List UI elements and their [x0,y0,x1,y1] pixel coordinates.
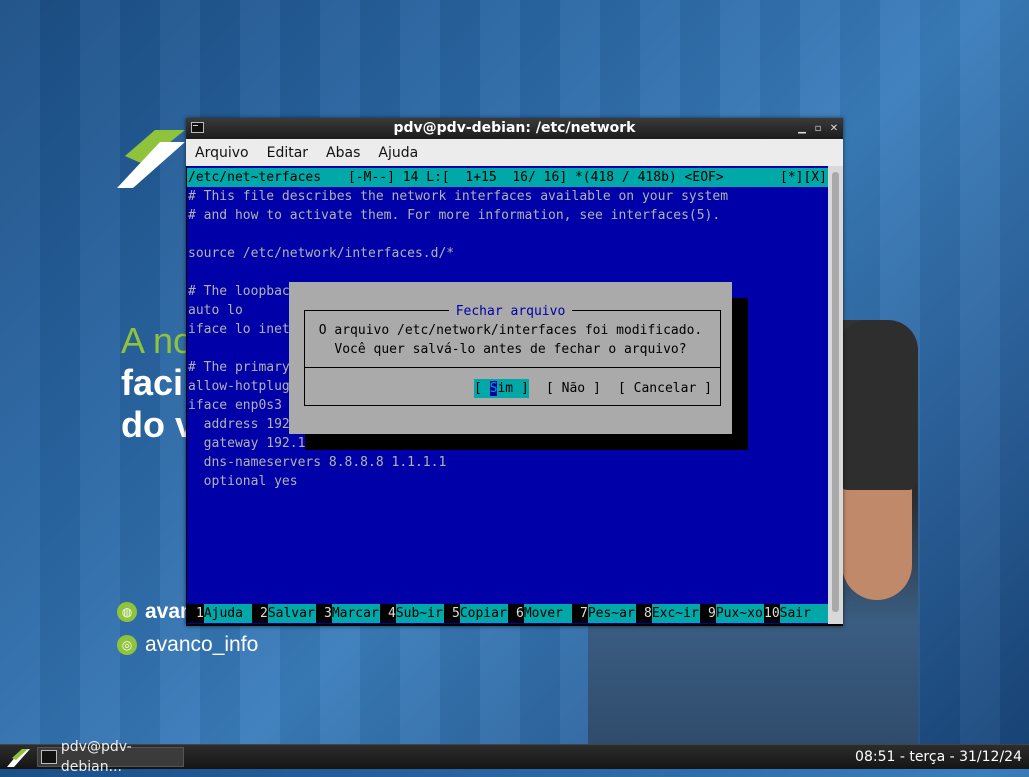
bg-headline-line3: do v [121,404,196,445]
editor-status-bar: /etc/net~terfaces [-M--] 14 L:[ 1+15 16/… [187,168,828,187]
dialog-message-line2: Você quer salvá-lo antes de fechar o arq… [334,342,687,357]
clock[interactable]: 08:51 - terça - 31/12/24 [855,745,1022,769]
fkey-delete[interactable]: 8Exc~ir [644,604,700,623]
editor-line: # The primary [188,360,290,375]
dialog-separator [305,367,720,368]
editor-line: iface enp0s3 [188,398,282,413]
bg-social-site: ◍ avan [117,600,193,624]
fkey-replace[interactable]: 4Sub~ir [388,604,444,623]
background-person-sleeve [838,320,918,490]
terminal-area[interactable]: /etc/net~terfaces [-M--] 14 L:[ 1+15 16/… [187,166,828,624]
editor-line: dns-nameservers 8.8.8.8 1.1.1.1 [188,455,447,470]
menu-editar[interactable]: Editar [258,145,317,161]
menu-abas[interactable]: Abas [317,145,369,161]
status-flags: [*][X] [780,170,827,185]
maximize-icon[interactable]: ▫ [813,118,823,139]
taskbar: pdv@pdv-debian... 08:51 - terça - 31/12/… [0,739,1029,775]
terminal-window: pdv@pdv-debian: /etc/network ▁ ▫ ✕ Arqui… [186,118,843,626]
editor-line: source /etc/network/interfaces.d/* [188,246,455,261]
instagram-icon: ◎ [117,635,137,655]
bg-social-instagram: ◎ avanco_info [117,633,258,657]
editor-line: # This file describes the network interf… [188,189,729,204]
function-key-bar: 1Ajuda 2Salvar 3Marcar 4Sub~ir 5Copiar 6… [187,604,828,623]
close-file-dialog: Fechar arquivo O arquivo /etc/network/in… [289,282,732,434]
globe-icon: ◍ [117,602,137,622]
no-button[interactable]: [ Não ] [546,379,601,398]
editor-line: optional yes [188,474,298,489]
close-icon[interactable]: ✕ [829,118,839,139]
menu-ajuda[interactable]: Ajuda [369,145,427,161]
bg-social-instagram-label: avanco_info [145,633,259,656]
yes-button[interactable]: [ Sim ] [474,379,529,398]
fkey-save[interactable]: 2Salvar [260,604,316,623]
editor-line: # and how to activate them. For more inf… [188,208,721,223]
terminal-scrollbar[interactable] [828,166,843,624]
taskbar-terminal-label: pdv@pdv-debian... [60,739,132,775]
editor-line: # The loopbac [188,284,290,299]
window-titlebar[interactable]: pdv@pdv-debian: /etc/network ▁ ▫ ✕ [186,118,843,139]
fkey-move[interactable]: 6Mover [516,604,572,623]
window-title: pdv@pdv-debian: /etc/network [393,120,636,136]
taskbar-terminal-button[interactable]: pdv@pdv-debian... [37,739,184,775]
fkey-copy[interactable]: 5Copiar [452,604,508,623]
editor-line: auto lo [188,303,243,318]
menu-arquivo[interactable]: Arquivo [186,145,258,161]
terminal-app-icon [191,122,204,133]
editor-line: address 192 [188,417,290,432]
editor-line: allow-hotplug [188,379,290,394]
fkey-mark[interactable]: 3Marcar [324,604,380,623]
editor-line: iface lo inet [188,322,290,337]
dialog-title: Fechar arquivo [289,302,732,321]
bg-headline-line1: A no [121,320,194,361]
fkey-search[interactable]: 7Pes~ar [580,604,636,623]
start-menu-icon[interactable] [4,746,32,768]
scrollbar-thumb[interactable] [832,172,839,612]
menubar: Arquivo Editar Abas Ajuda [186,139,843,166]
fkey-quit[interactable]: 10Sair [764,604,828,623]
brand-logo-icon [117,130,185,188]
fkey-help[interactable]: 1Ajuda [196,604,252,623]
fkey-pulldown[interactable]: 9Pux~xo [708,604,764,623]
status-filename: /etc/net~terfaces [188,170,322,185]
minimize-icon[interactable]: ▁ [797,118,807,139]
dialog-message-line1: O arquivo /etc/network/interfaces foi mo… [318,323,703,338]
terminal-task-icon [41,750,57,764]
status-position: [-M--] 14 L:[ 1+15 16/ 16] *(418 / 418b)… [348,170,724,185]
bg-headline-line2: faci [121,362,184,403]
cancel-button[interactable]: [ Cancelar ] [618,379,712,398]
